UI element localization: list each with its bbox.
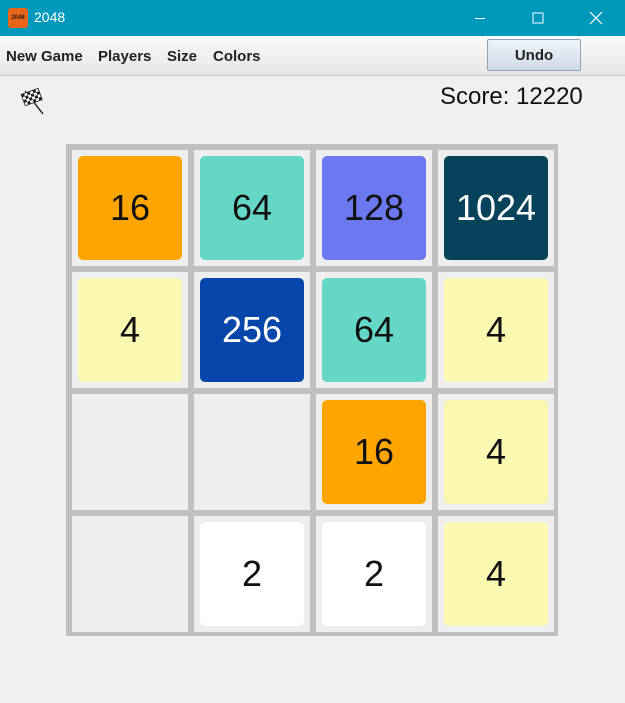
game-board[interactable]: 16 64 128 1024 4 256 64 4 16 4 2 2 4 (66, 144, 558, 636)
score-label: Score: 12220 (440, 83, 583, 110)
tile: 2 (322, 522, 426, 626)
empty-tile (200, 400, 304, 504)
tile: 4 (444, 400, 548, 504)
window-title: 2048 (34, 9, 66, 25)
tile: 16 (78, 156, 182, 260)
board-cell: 16 (72, 150, 188, 266)
board-cell: 2 (194, 516, 310, 632)
empty-tile (78, 400, 182, 504)
menu-bar: New Game Players Size Colors Undo (0, 36, 625, 76)
board-cell: 2 (316, 516, 432, 632)
board-cell: 4 (72, 272, 188, 388)
tile: 16 (322, 400, 426, 504)
close-icon (589, 11, 603, 25)
empty-tile (78, 522, 182, 626)
menu-new-game[interactable]: New Game (6, 48, 83, 65)
board-cell (194, 394, 310, 510)
menu-size[interactable]: Size (167, 48, 197, 65)
menu-colors[interactable]: Colors (213, 48, 261, 65)
board-cell: 16 (316, 394, 432, 510)
tile: 256 (200, 278, 304, 382)
minimize-icon (475, 18, 485, 19)
checkered-flag-icon (20, 87, 46, 116)
board-cell: 256 (194, 272, 310, 388)
maximize-icon (532, 12, 544, 24)
board-cell: 1024 (438, 150, 554, 266)
tile: 128 (322, 156, 426, 260)
tile: 2 (200, 522, 304, 626)
tile: 4 (78, 278, 182, 382)
board-cell (72, 394, 188, 510)
app-icon: 2048 (8, 8, 28, 28)
board-cell: 128 (316, 150, 432, 266)
board-cell: 4 (438, 516, 554, 632)
board-cell: 4 (438, 272, 554, 388)
undo-button[interactable]: Undo (487, 39, 581, 71)
tile: 4 (444, 522, 548, 626)
close-button[interactable] (567, 0, 625, 36)
tile: 4 (444, 278, 548, 382)
menu-players[interactable]: Players (98, 48, 151, 65)
board-cell: 64 (316, 272, 432, 388)
board-cell: 64 (194, 150, 310, 266)
board-cell: 4 (438, 394, 554, 510)
tile: 64 (322, 278, 426, 382)
tile: 64 (200, 156, 304, 260)
minimize-button[interactable] (451, 0, 509, 36)
board-cell (72, 516, 188, 632)
maximize-button[interactable] (509, 0, 567, 36)
title-bar: 2048 2048 (0, 0, 625, 36)
tile: 1024 (444, 156, 548, 260)
